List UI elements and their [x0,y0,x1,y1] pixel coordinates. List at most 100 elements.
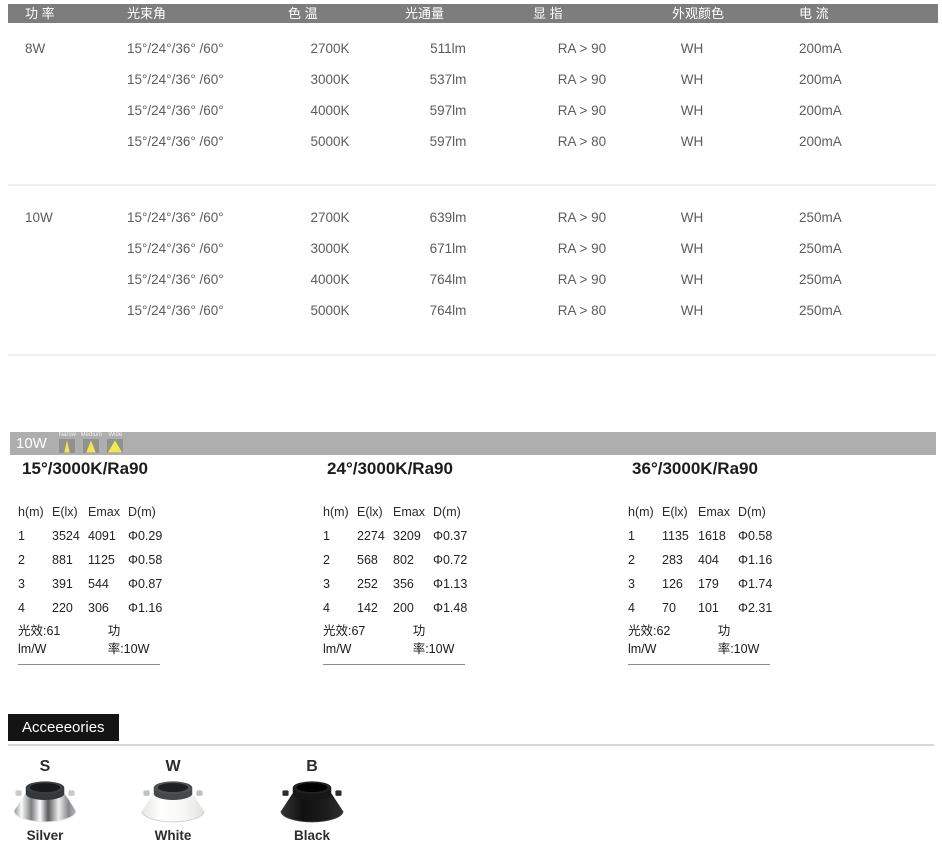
cell: 2 [628,548,662,572]
cell: 101 [698,596,738,620]
photometric-table-24deg: 24°/3000K/Ra90 h(m) E(lx) Emax D(m) 1 22… [323,460,473,665]
accessory-code: S [40,757,51,776]
cell: 3209 [393,524,433,548]
current-value: 200mA [716,95,938,126]
beam-angle-value: 15°/24°/36° /60° [127,233,260,264]
cell: 1 [323,524,357,548]
black-ring-image [279,779,345,825]
power-value: 功率:10W [718,622,770,658]
cell: 4 [18,596,52,620]
power-value: 10W [25,202,127,233]
cell: 3524 [52,524,88,548]
cct-value: 3000K [260,233,400,264]
cell: 1 [18,524,52,548]
cell: 306 [88,596,128,620]
current-value: 250mA [716,202,938,233]
spacer-cell [25,126,127,157]
beam-angle-value: 15°/24°/36° /60° [127,295,260,326]
beam-angle-value: 15°/24°/36° /60° [127,64,260,95]
cell: 356 [393,572,433,596]
cct-value: 4000K [260,95,400,126]
col-header-finish: 外观颜色 [668,4,716,23]
cell: Φ0.72 [433,548,473,572]
cell: Φ0.87 [128,572,168,596]
cct-value: 2700K [260,33,400,64]
cell: Φ0.58 [128,548,168,572]
beam-angle-value: 15°/24°/36° /60° [127,202,260,233]
photometric-grid: h(m) E(lx) Emax D(m) 1 2274 3209 Φ0.37 2… [323,500,473,620]
table-row: 15°/24°/36° /60° 4000K 764lm RA > 90 WH … [8,264,938,295]
finish-value: WH [668,233,716,264]
photometric-table-36deg: 36°/3000K/Ra90 h(m) E(lx) Emax D(m) 1 11… [628,460,778,665]
cell: 126 [662,572,698,596]
photometric-grid: h(m) E(lx) Emax D(m) 1 3524 4091 Φ0.29 2… [18,500,168,620]
photometric-grid: h(m) E(lx) Emax D(m) 1 1135 1618 Φ0.58 2… [628,500,778,620]
accessory-label: Black [294,828,330,843]
col-header: D(m) [433,500,473,524]
col-header: Emax [698,500,738,524]
power-value: 功率:10W [108,622,160,658]
col-header-power: 功 率 [25,4,127,23]
beam-narrow: Narow [59,432,76,453]
spacer-cell [25,64,127,95]
cri-value: RA > 90 [496,64,668,95]
photometric-table-title: 15°/3000K/Ra90 [18,460,152,478]
finish-value: WH [668,264,716,295]
beam-angle-value: 15°/24°/36° /60° [127,33,260,64]
spec-table-header: 功 率 光束角 色 温 光通量 显 指 外观颜色 电 流 [8,4,938,23]
beam-medium-label: Medium [81,432,102,439]
cell: 2 [18,548,52,572]
cri-value: RA > 90 [496,95,668,126]
cell: Φ1.13 [433,572,473,596]
cell: Φ2.31 [738,596,778,620]
current-value: 250mA [716,233,938,264]
table-row: 15°/24°/36° /60° 5000K 764lm RA > 80 WH … [8,295,938,326]
flux-value: 764lm [400,264,496,295]
cell: 3 [18,572,52,596]
flux-value: 597lm [400,95,496,126]
divider [8,744,934,746]
cell: Φ0.37 [433,524,473,548]
col-header: E(lx) [52,500,88,524]
wide-beam-icon [107,439,123,453]
spacer-cell [25,295,127,326]
col-header: Emax [393,500,433,524]
cell: 1 [628,524,662,548]
table-row: 15°/24°/36° /60° 4000K 597lm RA > 90 WH … [8,95,938,126]
cct-value: 5000K [260,295,400,326]
accessory-label: White [155,828,192,843]
accessory-white: W White [128,757,218,843]
col-header: D(m) [128,500,168,524]
efficacy-value: 光效:61 lm/W [18,622,90,658]
photometric-table-title: 36°/3000K/Ra90 [628,460,762,478]
accessory-label: Silver [27,828,64,843]
cri-value: RA > 90 [496,233,668,264]
cct-value: 2700K [260,202,400,233]
cell: 252 [357,572,393,596]
cell: 283 [662,548,698,572]
beam-angle-value: 15°/24°/36° /60° [127,95,260,126]
cell: 179 [698,572,738,596]
cell: 391 [52,572,88,596]
flux-value: 597lm [400,126,496,157]
divider [8,354,936,356]
accessories-row: S Silver [0,757,357,843]
cell: 1125 [88,548,128,572]
beam-narrow-label: Narow [59,432,76,439]
spec-group-8w: 8W 15°/24°/36° /60° 2700K 511lm RA > 90 … [8,33,938,157]
col-header-cct: 色 温 [260,4,400,23]
cell: Φ1.16 [738,548,778,572]
accessory-black: B Black [267,757,357,843]
beam-medium: Medium [83,432,100,453]
cell: 4 [628,596,662,620]
cri-value: RA > 90 [496,202,668,233]
table-footer: 光效:61 lm/W 功率:10W [18,622,160,665]
beam-angle-value: 15°/24°/36° /60° [127,126,260,157]
photometric-tables: 15°/3000K/Ra90 h(m) E(lx) Emax D(m) 1 35… [18,460,778,665]
cell: Φ0.29 [128,524,168,548]
cell: 1618 [698,524,738,548]
photometric-table-title: 24°/3000K/Ra90 [323,460,457,478]
cri-value: RA > 90 [496,264,668,295]
table-row: 15°/24°/36° /60° 5000K 597lm RA > 80 WH … [8,126,938,157]
accessory-code: W [165,757,180,776]
